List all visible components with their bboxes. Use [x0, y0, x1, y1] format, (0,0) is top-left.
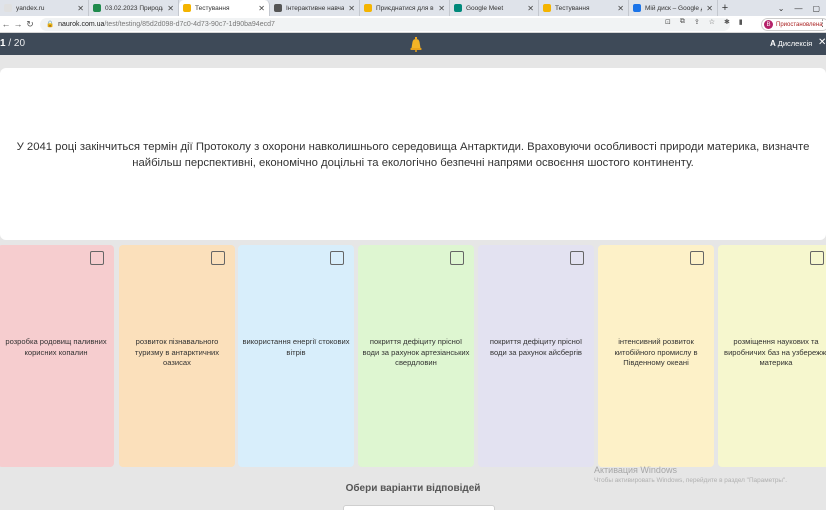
option-text: розміщення наукових та виробничих баз на…: [724, 337, 826, 367]
answer-prompt: Обери варіанти відповідей: [345, 483, 481, 494]
tab-title: 03.02.2023 Природа Ан: [105, 4, 164, 12]
option-checkbox[interactable]: [211, 251, 225, 265]
browser-tab[interactable]: Тестування ✕: [539, 0, 629, 16]
lock-icon: 🔒: [46, 21, 55, 28]
forward-icon[interactable]: →: [12, 16, 24, 33]
quiz-header: 1 / 20 A Дислексія ✕: [0, 33, 826, 55]
answer-option[interactable]: покриття дефіциту прісної води за рахуно…: [478, 245, 594, 467]
tab-favicon-icon: [364, 4, 372, 12]
tab-close-icon[interactable]: ✕: [77, 4, 84, 13]
bell-icon[interactable]: [408, 36, 424, 52]
question-card: У 2041 році закінчиться термін дії Прото…: [0, 68, 826, 240]
tab-list: yandex.ru✕03.02.2023 Природа Ан✕Тестуван…: [0, 0, 718, 16]
answer-option[interactable]: інтенсивний розвиток китобійного промисл…: [598, 245, 714, 467]
option-text: інтенсивний розвиток китобійного промисл…: [614, 337, 698, 367]
tab-favicon-icon: [274, 4, 282, 12]
option-text: розробка родовищ паливних корисних копал…: [5, 337, 107, 357]
tab-close-icon[interactable]: ✕: [348, 4, 355, 13]
dyslexia-toggle[interactable]: A Дислексія: [770, 39, 812, 48]
browser-tab[interactable]: yandex.ru ✕: [0, 0, 89, 16]
install-icon[interactable]: ⊡: [665, 18, 671, 26]
option-checkbox[interactable]: [690, 251, 704, 265]
option-checkbox[interactable]: [810, 251, 824, 265]
bookmark-star-icon[interactable]: ☆: [709, 18, 715, 26]
tab-favicon-icon: [93, 4, 101, 12]
counter-total: / 20: [8, 38, 26, 49]
tab-favicon-icon: [4, 4, 12, 12]
maximize-icon[interactable]: ▢: [812, 4, 820, 13]
browser-tab[interactable]: Google Meet ✕: [450, 0, 539, 16]
screen: yandex.ru✕03.02.2023 Природа Ан✕Тестуван…: [0, 0, 826, 510]
counter-current: 1: [0, 38, 6, 49]
tab-title: Тестування: [195, 4, 230, 12]
windows-activation-title: Активация Windows: [594, 465, 677, 475]
option-checkbox[interactable]: [570, 251, 584, 265]
option-text: використання енергії стокових вітрів: [242, 337, 350, 357]
browser-tab[interactable]: Тестування ✕: [179, 0, 270, 16]
browser-tab[interactable]: Інтерактивне навчання✕: [270, 0, 360, 16]
url-input[interactable]: 🔒 naurok.com.ua/test/testing/85d2d098-d7…: [40, 17, 730, 31]
close-quiz-icon[interactable]: ✕: [818, 37, 826, 48]
option-checkbox[interactable]: [90, 251, 104, 265]
back-icon[interactable]: ←: [0, 16, 12, 33]
browser-menu-icon[interactable]: ⋮: [818, 18, 826, 29]
dyslexia-label: Дислексія: [777, 39, 813, 48]
tab-close-icon[interactable]: ✕: [617, 4, 624, 13]
option-checkbox[interactable]: [330, 251, 344, 265]
url-path: /test/testing/85d2d098-d7c0-4d73-90c7-1d…: [104, 20, 275, 28]
window-controls: ⌄ — ▢: [778, 0, 826, 16]
tab-title: Інтерактивне навчання: [286, 4, 345, 12]
new-tab-button[interactable]: +: [718, 0, 732, 16]
option-text: розвиток пізнавального туризму в антаркт…: [134, 337, 220, 367]
tab-close-icon[interactable]: ✕: [167, 4, 174, 13]
tab-close-icon[interactable]: ✕: [527, 4, 534, 13]
url-host: naurok.com.ua: [58, 20, 105, 28]
tab-close-icon[interactable]: ✕: [706, 4, 713, 13]
tab-title: Тестування: [555, 4, 590, 12]
font-a-icon: A: [770, 39, 776, 48]
tab-favicon-icon: [183, 4, 191, 12]
option-checkbox[interactable]: [450, 251, 464, 265]
answer-option[interactable]: розміщення наукових та виробничих баз на…: [718, 245, 826, 467]
tab-close-icon[interactable]: ✕: [438, 4, 445, 13]
profile-status: Приостановлена: [776, 21, 823, 28]
option-text: покриття дефіциту прісної води за рахуно…: [362, 337, 470, 367]
answer-option[interactable]: використання енергії стокових вітрів: [238, 245, 354, 467]
tab-title: Мій диск – Google Диск: [645, 4, 702, 12]
tab-close-icon[interactable]: ✕: [258, 4, 265, 13]
tab-favicon-icon: [543, 4, 551, 12]
profile-button[interactable]: В Приостановлена: [761, 18, 826, 31]
browser-tab-strip: yandex.ru✕03.02.2023 Природа Ан✕Тестуван…: [0, 0, 826, 16]
submit-button[interactable]: [343, 505, 495, 510]
minimize-icon[interactable]: —: [794, 4, 802, 13]
answer-option[interactable]: розвиток пізнавального туризму в антаркт…: [119, 245, 235, 467]
browser-tab[interactable]: Приєднатися для викон ✕: [360, 0, 450, 16]
tab-favicon-icon: [633, 4, 641, 12]
question-text: У 2041 році закінчиться термін дії Прото…: [16, 141, 810, 169]
answer-option[interactable]: покриття дефіциту прісної води за рахуно…: [358, 245, 474, 467]
tab-search-icon[interactable]: ⌄: [778, 4, 785, 13]
option-text: покриття дефіциту прісної води за рахуно…: [489, 337, 583, 357]
tab-title: yandex.ru: [16, 4, 45, 12]
tab-favicon-icon: [454, 4, 462, 12]
avatar: В: [764, 20, 773, 29]
browser-tab[interactable]: Мій диск – Google Диск ✕: [629, 0, 718, 16]
translate-icon[interactable]: ⧉: [680, 18, 685, 26]
share-icon[interactable]: ⇪: [694, 18, 700, 26]
side-panel-icon[interactable]: ▮: [739, 18, 743, 26]
tab-title: Google Meet: [466, 4, 504, 12]
question-counter: 1 / 20: [0, 38, 25, 49]
omnibox-icons: ⊡ ⧉ ⇪ ☆ ✱ ▮: [665, 18, 743, 26]
reload-icon[interactable]: ↻: [24, 16, 36, 33]
extensions-icon[interactable]: ✱: [724, 18, 730, 26]
tab-title: Приєднатися для викон: [376, 4, 434, 12]
answer-option[interactable]: розробка родовищ паливних корисних копал…: [0, 245, 114, 467]
browser-tab[interactable]: 03.02.2023 Природа Ан✕: [89, 0, 179, 16]
